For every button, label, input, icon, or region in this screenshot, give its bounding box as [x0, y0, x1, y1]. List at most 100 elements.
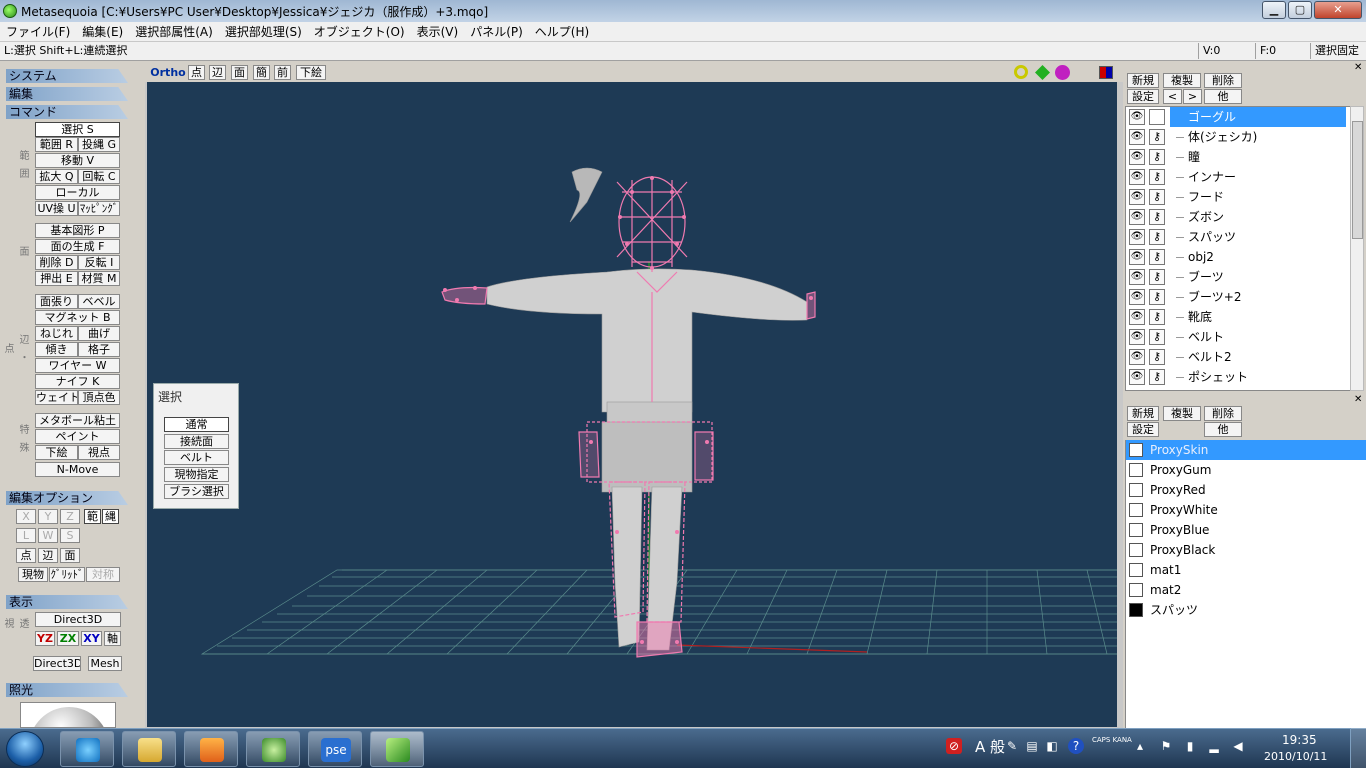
object-row[interactable]: 👁 ⚷ ベルト — [1126, 327, 1350, 347]
lock-icon[interactable]: ⚷ — [1149, 329, 1165, 345]
menu-file[interactable]: ファイル(F) — [0, 23, 76, 40]
object-copy-button[interactable]: 複製 — [1163, 73, 1201, 88]
option-s[interactable]: S — [60, 528, 80, 543]
object-row[interactable]: 👁 ⚷ ブーツ — [1126, 267, 1350, 287]
show-point-toggle[interactable]: 点 — [188, 65, 205, 80]
lattice-tool-button[interactable]: 格子 — [78, 342, 120, 357]
select-normal-button[interactable]: 通常 — [164, 417, 229, 432]
object-panel-close-icon[interactable]: ✕ — [1354, 62, 1362, 73]
simple-view-toggle[interactable]: 簡 — [253, 65, 270, 80]
flag-icon[interactable]: ⚑ — [1158, 738, 1174, 754]
extrude-tool-button[interactable]: 押出 E — [35, 271, 78, 286]
scale-tool-button[interactable]: 拡大 Q — [35, 169, 78, 184]
object-row[interactable]: 👁 ⚷ 瞳 — [1126, 147, 1350, 167]
menu-help[interactable]: ヘルプ(H) — [529, 23, 595, 40]
ortho-toggle[interactable]: Ortho — [148, 65, 188, 80]
clock-date[interactable]: 2010/10/11 — [1264, 750, 1327, 763]
material-row[interactable]: ProxyRed — [1126, 480, 1366, 500]
twist-tool-button[interactable]: ねじれ — [35, 326, 78, 341]
material-row[interactable]: ProxySkin — [1126, 440, 1366, 460]
view-axis-button[interactable]: 軸 — [104, 631, 121, 646]
weight-tool-button[interactable]: ウェイト — [35, 390, 78, 405]
ime-pad-icon[interactable]: ◧ — [1044, 738, 1060, 754]
option-current[interactable]: 現物 — [18, 567, 48, 582]
object-delete-button[interactable]: 削除 — [1204, 73, 1242, 88]
object-list-scrollbar[interactable] — [1350, 106, 1364, 391]
menu-process[interactable]: 選択部処理(S) — [219, 23, 308, 40]
select-belt-button[interactable]: ベルト — [164, 450, 229, 465]
menu-attribute[interactable]: 選択部属性(A) — [129, 23, 219, 40]
material-row[interactable]: ProxyGum — [1126, 460, 1366, 480]
delete-tool-button[interactable]: 削除 D — [35, 255, 78, 270]
visible-eye-icon[interactable]: 👁 — [1129, 109, 1145, 125]
option-grid[interactable]: ｸﾞﾘｯﾄﾞ — [49, 567, 85, 582]
object-row[interactable]: 👁 ⚷ ポシェット — [1126, 367, 1350, 387]
option-w[interactable]: W — [38, 528, 58, 543]
quad-view-icon[interactable] — [1099, 66, 1113, 79]
visible-eye-icon[interactable]: 👁 — [1129, 289, 1145, 305]
knife-tool-button[interactable]: ナイフ K — [35, 374, 120, 389]
option-point[interactable]: 点 — [16, 548, 36, 563]
local-tool-button[interactable]: ローカル — [35, 185, 120, 200]
lock-icon[interactable]: ⚷ — [1149, 289, 1165, 305]
make-face-tool-button[interactable]: 面の生成 F — [35, 239, 120, 254]
lock-icon[interactable]: ⚷ — [1149, 249, 1165, 265]
3d-viewport[interactable] — [147, 82, 1117, 727]
material-panel-close-icon[interactable]: ✕ — [1354, 394, 1362, 405]
lock-icon[interactable]: ⚷ — [1149, 149, 1165, 165]
view-zx-button[interactable]: ZX — [57, 631, 79, 646]
view-yz-button[interactable]: YZ — [35, 631, 55, 646]
material-row[interactable]: ProxyWhite — [1126, 500, 1366, 520]
material-tool-button[interactable]: 材質 M — [78, 271, 120, 286]
underlay-toggle[interactable]: 下絵 — [296, 65, 326, 80]
option-range[interactable]: 範 — [84, 509, 101, 524]
lock-icon[interactable]: ⚷ — [1149, 369, 1165, 385]
selection-lock[interactable]: 選択固定 — [1310, 43, 1366, 59]
visible-eye-icon[interactable]: 👁 — [1129, 369, 1145, 385]
tray-stop-icon[interactable]: ⊘ — [946, 738, 962, 754]
object-row[interactable]: 👁 ⚷ 体(ジェシカ) — [1126, 127, 1350, 147]
section-edit-option[interactable]: 編集オプション — [6, 491, 128, 505]
lock-toggle[interactable] — [1149, 109, 1165, 125]
material-row[interactable]: mat1 — [1126, 560, 1366, 580]
lock-icon[interactable]: ⚷ — [1149, 169, 1165, 185]
section-command[interactable]: コマンド — [6, 105, 128, 119]
front-view-toggle[interactable]: 前 — [274, 65, 291, 80]
lock-icon[interactable]: ⚷ — [1149, 129, 1165, 145]
primitive-tool-button[interactable]: 基本図形 P — [35, 223, 120, 238]
taskbar-tool[interactable] — [246, 731, 300, 767]
object-next-button[interactable]: > — [1183, 89, 1202, 104]
object-prev-button[interactable]: < — [1163, 89, 1182, 104]
wire-tool-button[interactable]: ワイヤー W — [35, 358, 120, 373]
menu-object[interactable]: オブジェクト(O) — [308, 23, 411, 40]
material-settings-button[interactable]: 設定 — [1127, 422, 1159, 437]
visible-eye-icon[interactable]: 👁 — [1129, 229, 1145, 245]
visible-eye-icon[interactable]: 👁 — [1129, 169, 1145, 185]
lock-icon[interactable]: ⚷ — [1149, 269, 1165, 285]
lock-icon[interactable]: ⚷ — [1149, 209, 1165, 225]
visible-eye-icon[interactable]: 👁 — [1129, 249, 1145, 265]
material-row[interactable]: mat2 — [1126, 580, 1366, 600]
light-preview[interactable] — [20, 702, 116, 728]
bend-tool-button[interactable]: 曲げ — [78, 326, 120, 341]
close-button[interactable]: ✕ — [1314, 1, 1362, 19]
section-lighting[interactable]: 照光 — [6, 683, 128, 697]
object-row[interactable]: 👁 ⚷ スパッツ — [1126, 227, 1350, 247]
lock-icon[interactable]: ⚷ — [1149, 309, 1165, 325]
viewpoint-tool-button[interactable]: 視点 — [78, 445, 120, 460]
select-brush-button[interactable]: ブラシ選択 — [164, 484, 229, 499]
battery-icon[interactable]: ▮ — [1182, 738, 1198, 754]
visible-eye-icon[interactable]: 👁 — [1129, 189, 1145, 205]
material-delete-button[interactable]: 削除 — [1204, 406, 1242, 421]
rotate-icon[interactable] — [1055, 65, 1070, 80]
lock-icon[interactable]: ⚷ — [1149, 189, 1165, 205]
object-row[interactable]: 👁 ⚷ フード — [1126, 187, 1350, 207]
option-lasso[interactable]: 縄 — [102, 509, 119, 524]
show-face-toggle[interactable]: 面 — [231, 65, 248, 80]
ime-tool-icon[interactable]: ✎ — [1004, 738, 1020, 754]
show-desktop-button[interactable] — [1350, 728, 1366, 768]
menu-edit[interactable]: 編集(E) — [76, 23, 129, 40]
taskbar-ie[interactable] — [60, 731, 114, 767]
select-connected-button[interactable]: 接続面 — [164, 434, 229, 449]
clock-time[interactable]: 19:35 — [1282, 733, 1317, 747]
